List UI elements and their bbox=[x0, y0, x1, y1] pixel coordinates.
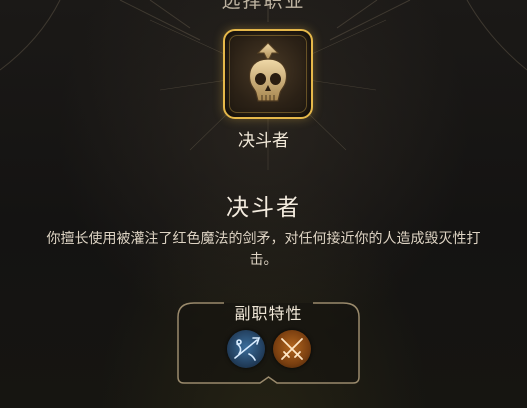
subclass-traits-panel: 副职特性 bbox=[176, 297, 361, 386]
subclass-traits-title: 副职特性 bbox=[234, 304, 303, 323]
class-description: 你擅长使用被灌注了红色魔法的剑矛，对任何接近你的人造成毁灭性打击。 bbox=[46, 231, 481, 268]
class-selection-screen: 选择职业 决斗者 决斗者 你擅长使用被灌注了红色魔法的剑矛，对任何接近你的人造成… bbox=[0, 0, 527, 408]
screen-title: 选择职业 bbox=[221, 0, 306, 12]
selected-class-portrait[interactable] bbox=[223, 29, 313, 119]
crossed-swords-trait-icon[interactable] bbox=[273, 330, 311, 368]
skull-emblem-icon bbox=[248, 42, 288, 102]
trait-icons-row bbox=[227, 330, 311, 370]
portrait-class-label: 决斗者 bbox=[238, 131, 289, 151]
class-name-heading: 决斗者 bbox=[226, 195, 301, 221]
blue-spear-trait-icon[interactable] bbox=[227, 330, 265, 368]
